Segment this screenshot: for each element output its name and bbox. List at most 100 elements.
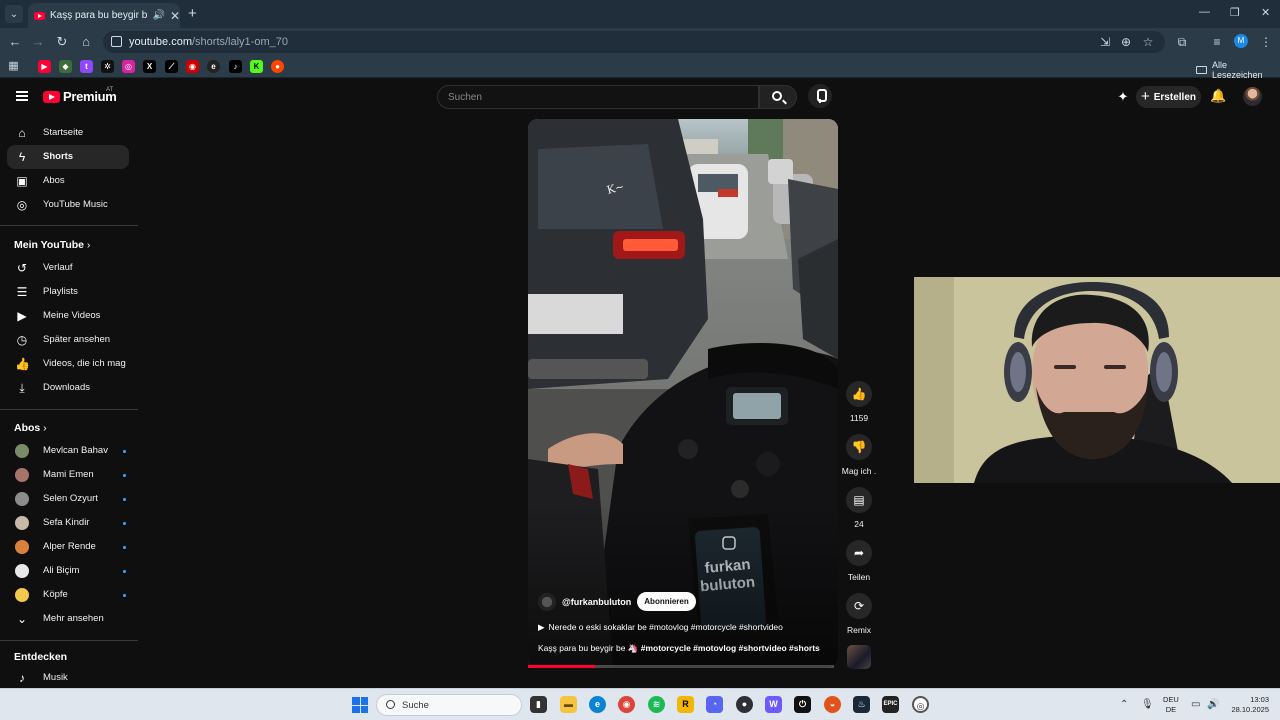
back-icon[interactable]: ←: [7, 34, 23, 50]
task-view-icon[interactable]: ▮: [530, 696, 547, 713]
share-button[interactable]: ➦: [846, 540, 872, 566]
sidebar-subscription[interactable]: Ali Biçim: [7, 559, 129, 583]
keyboard-language[interactable]: DEU DE: [1163, 695, 1179, 715]
comments-button[interactable]: ▤: [846, 487, 872, 513]
microphone-icon[interactable]: 🎙: [1141, 699, 1154, 710]
show-more-button[interactable]: ⌄ Mehr ansehen: [7, 607, 129, 631]
sidebar-subscription[interactable]: Köpfe: [7, 583, 129, 607]
channel-avatar[interactable]: [538, 592, 556, 611]
remix-button[interactable]: ⟳: [846, 593, 872, 619]
bookmark-app2-icon[interactable]: ⟋: [165, 60, 178, 73]
restore-icon[interactable]: ❐: [1230, 6, 1240, 19]
chrome-icon[interactable]: ◉: [618, 696, 635, 713]
sidebar-item-playlists[interactable]: ☰ Playlists: [7, 280, 129, 304]
steam-icon[interactable]: ♨: [853, 696, 870, 713]
sidebar-item-my-videos[interactable]: ▶ Meine Videos: [7, 304, 129, 328]
extensions-icon[interactable]: ⧉: [1174, 34, 1190, 50]
all-bookmarks-button[interactable]: Alle Lesezeichen: [1196, 60, 1280, 80]
account-avatar[interactable]: [1243, 87, 1262, 106]
sidebar-subscription[interactable]: Mami Emen: [7, 463, 129, 487]
sidebar-item-music[interactable]: ♪ Musik: [7, 666, 129, 690]
url-text[interactable]: youtube.com/shorts/laly1-om_70: [129, 36, 288, 48]
new-tab-button[interactable]: +: [188, 5, 197, 22]
app2-icon[interactable]: W: [765, 696, 782, 713]
sidebar-item-subscriptions[interactable]: ▣ Abos: [7, 169, 129, 193]
minimize-icon[interactable]: —: [1199, 6, 1210, 18]
video-title[interactable]: Kaşş para bu beygir be 🦄 #motorcycle #mo…: [538, 643, 820, 654]
subscribe-button[interactable]: Abonnieren: [637, 592, 696, 611]
tray-chevron-icon[interactable]: ⌃: [1120, 699, 1128, 710]
sidebar-item-watch-later[interactable]: ◷ Später ansehen: [7, 328, 129, 352]
sidebar-item-history[interactable]: ↺ Verlauf: [7, 256, 129, 280]
apps-grid-icon[interactable]: ▦: [7, 60, 20, 73]
bookmark-maps-icon[interactable]: ◆: [59, 60, 72, 73]
like-button[interactable]: 👍: [846, 381, 872, 407]
network-icon[interactable]: ▭: [1191, 699, 1200, 710]
reload-icon[interactable]: ↻: [54, 34, 70, 50]
search-button[interactable]: [759, 85, 797, 109]
discord-icon[interactable]: ◔: [706, 696, 723, 713]
sidebar-you-header[interactable]: Mein YouTube ›: [14, 239, 90, 251]
bookmark-kick-icon[interactable]: K: [250, 60, 263, 73]
sidebar-subscription[interactable]: Alper Rende: [7, 535, 129, 559]
channel-name[interactable]: @furkanbuluton: [562, 597, 631, 607]
dislike-button[interactable]: 👎: [846, 434, 872, 460]
close-tab-icon[interactable]: ✕: [170, 9, 180, 23]
sound-thumbnail[interactable]: [847, 645, 871, 669]
create-button[interactable]: + Erstellen: [1136, 86, 1201, 108]
install-app-icon[interactable]: ⇲: [1097, 34, 1113, 50]
epic-games-icon[interactable]: EPIC: [882, 696, 899, 713]
bookmark-youtube-icon[interactable]: ▶: [38, 60, 51, 73]
app4-icon[interactable]: ◒: [824, 696, 841, 713]
taskbar-search-input[interactable]: Suche: [376, 694, 522, 716]
app3-icon[interactable]: ⏻: [794, 696, 811, 713]
sidebar-item-shorts[interactable]: ϟ Shorts: [7, 145, 129, 169]
bookmark-star-icon[interactable]: ☆: [1140, 34, 1156, 50]
sidebar-subscription[interactable]: Selen Ozyurt: [7, 487, 129, 511]
tab-search-button[interactable]: ⌄: [5, 5, 23, 23]
more-menu-icon[interactable]: ⋮: [1258, 34, 1274, 50]
site-info-icon[interactable]: [111, 36, 122, 47]
spotify-icon[interactable]: ≋: [648, 696, 665, 713]
bookmark-tiktok-icon[interactable]: ♪: [229, 60, 242, 73]
volume-icon[interactable]: 🔊: [1207, 699, 1219, 710]
bookmark-twitch-icon[interactable]: t: [80, 60, 93, 73]
zoom-icon[interactable]: ⊕: [1118, 34, 1134, 50]
voice-search-icon[interactable]: [808, 84, 832, 108]
app-icon[interactable]: R: [677, 696, 694, 713]
search-input[interactable]: Suchen: [437, 85, 759, 109]
profile-avatar[interactable]: M: [1234, 34, 1248, 48]
menu-icon[interactable]: [16, 91, 28, 101]
video-progress-bar[interactable]: [528, 665, 834, 668]
sidebar-subs-header[interactable]: Abos ›: [14, 422, 47, 434]
taskbar-clock[interactable]: 13:03 28.10.2025: [1225, 695, 1269, 715]
browser-tab[interactable]: Kaşş para bu beygir be 🦄 🔊 ✕: [28, 3, 180, 28]
bookmark-app3-icon[interactable]: ◉: [186, 60, 199, 73]
sidebar-subscription[interactable]: Sefa Kindir: [7, 511, 129, 535]
shorts-video-player[interactable]: K~ furkan buluton @furkanbuluton Abonnie…: [528, 119, 838, 668]
media-control-icon[interactable]: ≡: [1209, 34, 1225, 50]
ai-sparkle-icon[interactable]: ✦: [1116, 90, 1130, 104]
bookmark-app4-icon[interactable]: e: [207, 60, 220, 73]
notifications-bell-icon[interactable]: 🔔: [1210, 88, 1226, 104]
speaker-icon[interactable]: 🔊: [152, 10, 164, 21]
sidebar-subscription[interactable]: Mevlcan Bahav: [7, 439, 129, 463]
sidebar-item-downloads[interactable]: ⤓ Downloads: [7, 376, 129, 400]
file-explorer-icon[interactable]: ▬: [560, 696, 577, 713]
bookmark-app-icon[interactable]: ✲: [101, 60, 114, 73]
obs-icon[interactable]: ●: [736, 696, 753, 713]
sidebar-item-youtube-music[interactable]: ◎ YouTube Music: [7, 193, 129, 217]
sidebar-item-home[interactable]: ⌂ Startseite: [7, 121, 129, 145]
edge-icon[interactable]: e: [589, 696, 606, 713]
bookmark-instagram-icon[interactable]: ◎: [122, 60, 135, 73]
bookmark-reddit-icon[interactable]: ●: [271, 60, 284, 73]
bookmark-x-icon[interactable]: X: [143, 60, 156, 73]
close-window-icon[interactable]: ✕: [1261, 6, 1270, 19]
forward-icon[interactable]: →: [30, 34, 46, 50]
home-icon[interactable]: ⌂: [78, 34, 94, 50]
windows-start-icon[interactable]: [352, 697, 368, 713]
address-bar[interactable]: youtube.com/shorts/laly1-om_70: [103, 31, 1165, 53]
app5-icon[interactable]: ◎: [912, 696, 929, 713]
sidebar-item-liked-videos[interactable]: 👍 Videos, die ich mag: [7, 352, 129, 376]
video-description[interactable]: ▶ Nerede o eski sokaklar be #motovlog #m…: [538, 622, 783, 633]
